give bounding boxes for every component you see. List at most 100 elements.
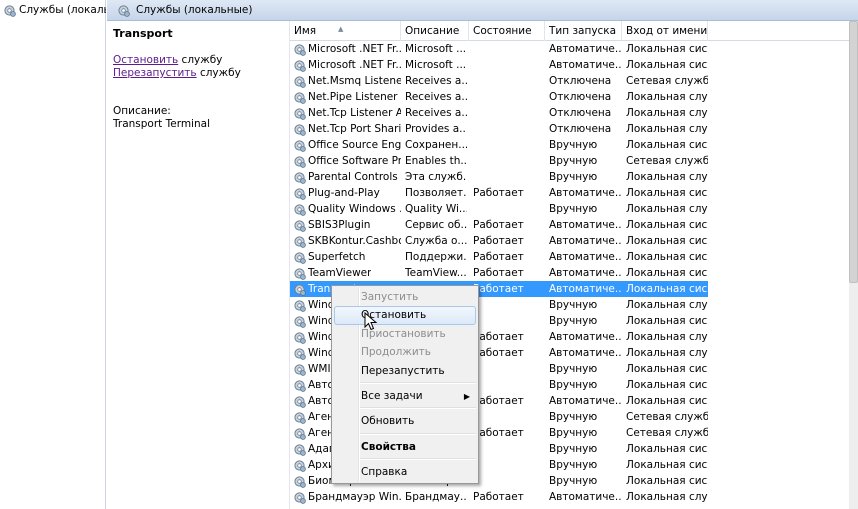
cell-startup-type: Отключена xyxy=(549,75,612,87)
gear-icon xyxy=(293,235,306,248)
gear-icon xyxy=(293,251,306,264)
cell-status: Работает xyxy=(473,187,524,199)
table-row[interactable]: Microsoft .NET Fr... Microsoft ... Автомат… xyxy=(290,57,708,73)
console-tree: Службы (локальные) xyxy=(0,0,106,509)
cell-startup-type: Отключена xyxy=(549,123,612,135)
cell-status xyxy=(473,201,543,217)
main-panel: Службы (локальные) Transport Остановить … xyxy=(107,0,858,509)
cell-status xyxy=(473,313,543,329)
cell-logon-as: Локальная сис... xyxy=(626,187,708,199)
menu-item-restart[interactable]: Перезапустить xyxy=(334,362,476,381)
table-row[interactable]: Office Software Pr... Enables th... Вручну… xyxy=(290,153,708,169)
cell-startup-type: Вручную xyxy=(549,139,598,151)
column-header-startup-type[interactable]: Тип запуска xyxy=(545,21,622,41)
cell-logon-as: Локальная слу... xyxy=(626,91,708,103)
column-header-name[interactable]: Имя ▲ xyxy=(290,21,401,41)
cell-description: Provides a... xyxy=(405,123,467,135)
gear-icon xyxy=(293,347,306,360)
restart-suffix: службу xyxy=(196,67,241,79)
cell-startup-type: Вручную xyxy=(549,427,598,439)
gear-icon xyxy=(293,379,306,392)
gear-icon xyxy=(293,299,306,312)
table-row[interactable]: Net.Msmq Listene... Receives a... Отключен… xyxy=(290,73,708,89)
service-details-pane: Transport Остановить службу Перезапустит… xyxy=(107,21,287,509)
gear-icon xyxy=(293,475,306,488)
cell-name: SBIS3Plugin xyxy=(293,217,401,233)
cell-startup-type: Вручную xyxy=(549,299,598,311)
stop-service-link[interactable]: Остановить xyxy=(113,54,178,66)
cell-status: Работает xyxy=(473,491,524,503)
cell-startup-type: Отключена xyxy=(549,107,612,119)
cell-description: Брандмау... xyxy=(405,491,467,503)
cell-name: Office Software Pr... xyxy=(293,153,401,169)
gear-icon xyxy=(293,75,306,88)
cell-startup-type: Вручную xyxy=(549,411,598,423)
vertical-scrollbar[interactable] xyxy=(849,21,858,509)
table-row[interactable]: Net.Tcp Port Shari... Provides a... Отключ… xyxy=(290,121,708,137)
table-row[interactable]: Plug-and-Play Позволяет... Работает Автомат… xyxy=(290,185,708,201)
cell-status xyxy=(473,441,543,457)
cell-logon-as: Локальная сис... xyxy=(626,219,708,231)
gear-icon xyxy=(293,315,306,328)
cell-status xyxy=(473,361,543,377)
restart-service-link[interactable]: Перезапустить xyxy=(113,67,197,79)
column-header-description[interactable]: Описание xyxy=(401,21,469,41)
cell-startup-type: Вручную xyxy=(549,443,598,455)
table-row[interactable]: Parental Controls Эта служб... Вручную Лока… xyxy=(290,169,708,185)
cell-logon-as: Локальная слу... xyxy=(626,203,708,215)
column-header-status[interactable]: Состояние xyxy=(469,21,545,41)
menu-separator xyxy=(360,382,476,384)
cell-status xyxy=(473,377,543,393)
cell-name: Net.Pipe Listener ... xyxy=(293,89,401,105)
cell-status xyxy=(473,297,543,313)
cell-startup-type: Вручную xyxy=(549,379,598,391)
table-row[interactable]: Microsoft .NET Fr... Microsoft ... Автомат… xyxy=(290,41,708,57)
cell-logon-as: Локальная слу... xyxy=(626,491,708,503)
menu-item-pause[interactable]: Приостановить xyxy=(334,325,476,344)
table-row[interactable]: SKBKontur.Cashbox Служба о... Работает Авто… xyxy=(290,233,708,249)
gear-icon xyxy=(293,363,306,376)
cell-name: Microsoft .NET Fr... xyxy=(293,41,401,57)
sort-ascending-icon: ▲ xyxy=(338,25,344,33)
menu-item-help[interactable]: Справка xyxy=(334,463,476,482)
tree-node-services-local[interactable]: Службы (локальные) xyxy=(3,2,106,18)
menu-item-refresh[interactable]: Обновить xyxy=(334,412,476,431)
cell-status xyxy=(473,457,543,473)
cell-name: Net.Msmq Listene... xyxy=(293,73,401,89)
cell-logon-as: Локальная слу... xyxy=(626,107,708,119)
table-row[interactable]: SBIS3Plugin Сервис об... Работает Автоматич… xyxy=(290,217,708,233)
cell-name: Брандмауэр Win... xyxy=(293,489,401,505)
menu-item-start[interactable]: Запустить xyxy=(334,288,476,307)
table-row[interactable]: Net.Pipe Listener ... Receives a... Отключ… xyxy=(290,89,708,105)
table-row[interactable]: Брандмауэр Win... Брандмау... Работает Авто… xyxy=(290,489,708,505)
menu-item-stop[interactable]: Остановить xyxy=(334,306,476,325)
cell-startup-type: Автоматиче... xyxy=(549,235,621,247)
cell-status xyxy=(473,105,543,121)
cell-status: Работает xyxy=(473,283,524,295)
gear-icon xyxy=(293,59,306,72)
menu-item-all-tasks[interactable]: Все задачи ▶ xyxy=(334,387,476,406)
cell-name: Microsoft .NET Fr... xyxy=(293,57,401,73)
table-row[interactable]: Office Source Eng... Сохранен... Вручную Ло… xyxy=(290,137,708,153)
cell-name: Parental Controls xyxy=(293,169,401,185)
cell-logon-as: Локальная сис... xyxy=(626,43,708,55)
cell-logon-as: Локальная сис... xyxy=(626,475,708,487)
cell-name: Superfetch xyxy=(293,249,401,265)
table-row[interactable]: TeamViewer TeamView... Работает Автоматиче.… xyxy=(290,265,708,281)
cell-startup-type: Вручную xyxy=(549,155,598,167)
table-row[interactable]: Quality Windows ... Quality Wi... Вручную Л… xyxy=(290,201,708,217)
restart-action-line: Перезапустить службу xyxy=(113,67,241,79)
column-header-logon-as[interactable]: Вход от имени xyxy=(622,21,708,41)
gear-icon xyxy=(293,219,306,232)
cell-name: Quality Windows ... xyxy=(293,201,401,217)
menu-item-properties[interactable]: Свойства xyxy=(334,438,476,457)
table-row[interactable]: Net.Tcp Listener A... Receives a... Отключ… xyxy=(290,105,708,121)
cell-status: Работает xyxy=(473,267,524,279)
gear-icon xyxy=(293,283,306,296)
table-row[interactable]: Superfetch Поддержи... Работает Автоматиче.… xyxy=(290,249,708,265)
cell-status xyxy=(473,89,543,105)
cell-logon-as: Локальная сис... xyxy=(626,379,708,391)
scrollbar-thumb[interactable] xyxy=(849,21,858,283)
menu-item-resume[interactable]: Продолжить xyxy=(334,343,476,362)
context-menu: Запустить Остановить Приостановить Продолжи… xyxy=(331,285,479,484)
